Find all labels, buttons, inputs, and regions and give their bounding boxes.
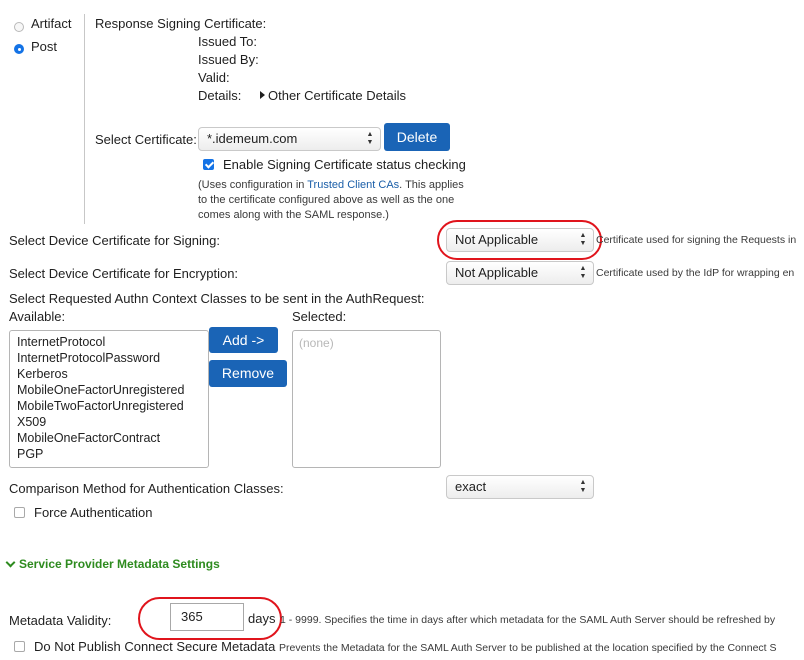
metadata-section-header[interactable]: Service Provider Metadata Settings: [5, 557, 220, 571]
authn-heading: Select Requested Authn Context Classes t…: [9, 291, 425, 306]
highlight-ellipse: [138, 597, 282, 640]
signing-cert-heading: Response Signing Certificate:: [95, 16, 267, 31]
note-line1-rest: . This applies: [399, 179, 464, 191]
caret-right-icon: [260, 91, 265, 99]
metadata-validity-help: 1 - 9999. Specifies the time in days aft…: [280, 614, 776, 626]
select-cert-label: Select Certificate:: [95, 132, 197, 147]
trusted-ca-note-line2: to the certificate configured above as w…: [198, 194, 455, 206]
comparison-select[interactable]: exact ▲ ▼: [446, 475, 594, 499]
available-classes-list[interactable]: InternetProtocol InternetProtocolPasswor…: [9, 330, 209, 468]
selected-classes-list[interactable]: (none): [292, 330, 441, 468]
list-item[interactable]: MobileOneFactorUnregistered: [10, 382, 208, 398]
available-label: Available:: [9, 309, 66, 324]
details-label: Details:: [198, 88, 242, 103]
list-item[interactable]: MobileTwoFactorUnregistered: [10, 398, 208, 414]
device-encryption-value: Not Applicable: [455, 265, 539, 280]
selected-placeholder: (none): [299, 336, 334, 350]
device-signing-help: Certificate used for signing the Request…: [596, 234, 797, 246]
post-label: Post: [31, 39, 58, 54]
other-cert-details-link[interactable]: Other Certificate Details: [268, 88, 406, 103]
comparison-value: exact: [455, 479, 487, 494]
note-prefix: (Uses configuration in: [198, 179, 308, 191]
select-arrows-icon: ▲ ▼: [366, 131, 374, 146]
trusted-ca-note-line1: (Uses configuration in Trusted Client CA…: [198, 179, 464, 191]
artifact-radio[interactable]: [14, 22, 24, 32]
certificate-select[interactable]: *.idemeum.com ▲ ▼: [198, 127, 381, 151]
certificate-select-value: *.idemeum.com: [207, 131, 298, 146]
selected-label: Selected:: [292, 309, 347, 324]
trusted-client-cas-link[interactable]: Trusted Client CAs: [307, 179, 399, 191]
device-signing-label: Select Device Certificate for Signing:: [9, 233, 220, 248]
no-publish-label: Do Not Publish Connect Secure Metadata: [34, 639, 276, 654]
force-auth-label: Force Authentication: [34, 505, 153, 520]
select-arrows-icon: ▲ ▼: [579, 265, 587, 280]
list-item[interactable]: PGP: [10, 446, 208, 462]
device-encryption-label: Select Device Certificate for Encryption…: [9, 266, 239, 281]
issued-by-label: Issued By:: [198, 52, 259, 67]
artifact-label: Artifact: [31, 16, 72, 31]
metadata-section-title: Service Provider Metadata Settings: [19, 557, 220, 571]
remove-button[interactable]: Remove: [209, 360, 287, 387]
details-expander[interactable]: Other Certificate Details: [260, 88, 406, 103]
no-publish-checkbox[interactable]: [14, 641, 25, 652]
list-item[interactable]: X509: [10, 414, 208, 430]
list-item[interactable]: MobileOneFactorContract: [10, 430, 208, 446]
valid-label: Valid:: [198, 70, 230, 85]
delete-button[interactable]: Delete: [384, 123, 450, 151]
chevron-down-icon: [5, 557, 16, 568]
issued-to-label: Issued To:: [198, 34, 258, 49]
comparison-label: Comparison Method for Authentication Cla…: [9, 481, 284, 496]
trusted-ca-note-line3: comes along with the SAML response.): [198, 209, 389, 221]
force-auth-checkbox[interactable]: [14, 507, 25, 518]
select-arrows-icon: ▲ ▼: [579, 479, 587, 494]
enable-status-checkbox[interactable]: [203, 159, 214, 170]
add-button[interactable]: Add ->: [209, 327, 278, 353]
device-encryption-help: Certificate used by the IdP for wrapping…: [596, 267, 795, 279]
section-divider: [84, 14, 85, 224]
post-radio[interactable]: [14, 44, 24, 54]
metadata-validity-label: Metadata Validity:: [9, 613, 112, 628]
no-publish-help: Prevents the Metadata for the SAML Auth …: [279, 642, 777, 654]
highlight-ellipse: [437, 220, 602, 260]
enable-status-label: Enable Signing Certificate status checki…: [223, 157, 466, 172]
list-item[interactable]: InternetProtocol: [10, 334, 208, 350]
device-encryption-select[interactable]: Not Applicable ▲ ▼: [446, 261, 594, 285]
list-item[interactable]: InternetProtocolPassword: [10, 350, 208, 366]
list-item[interactable]: Kerberos: [10, 366, 208, 382]
